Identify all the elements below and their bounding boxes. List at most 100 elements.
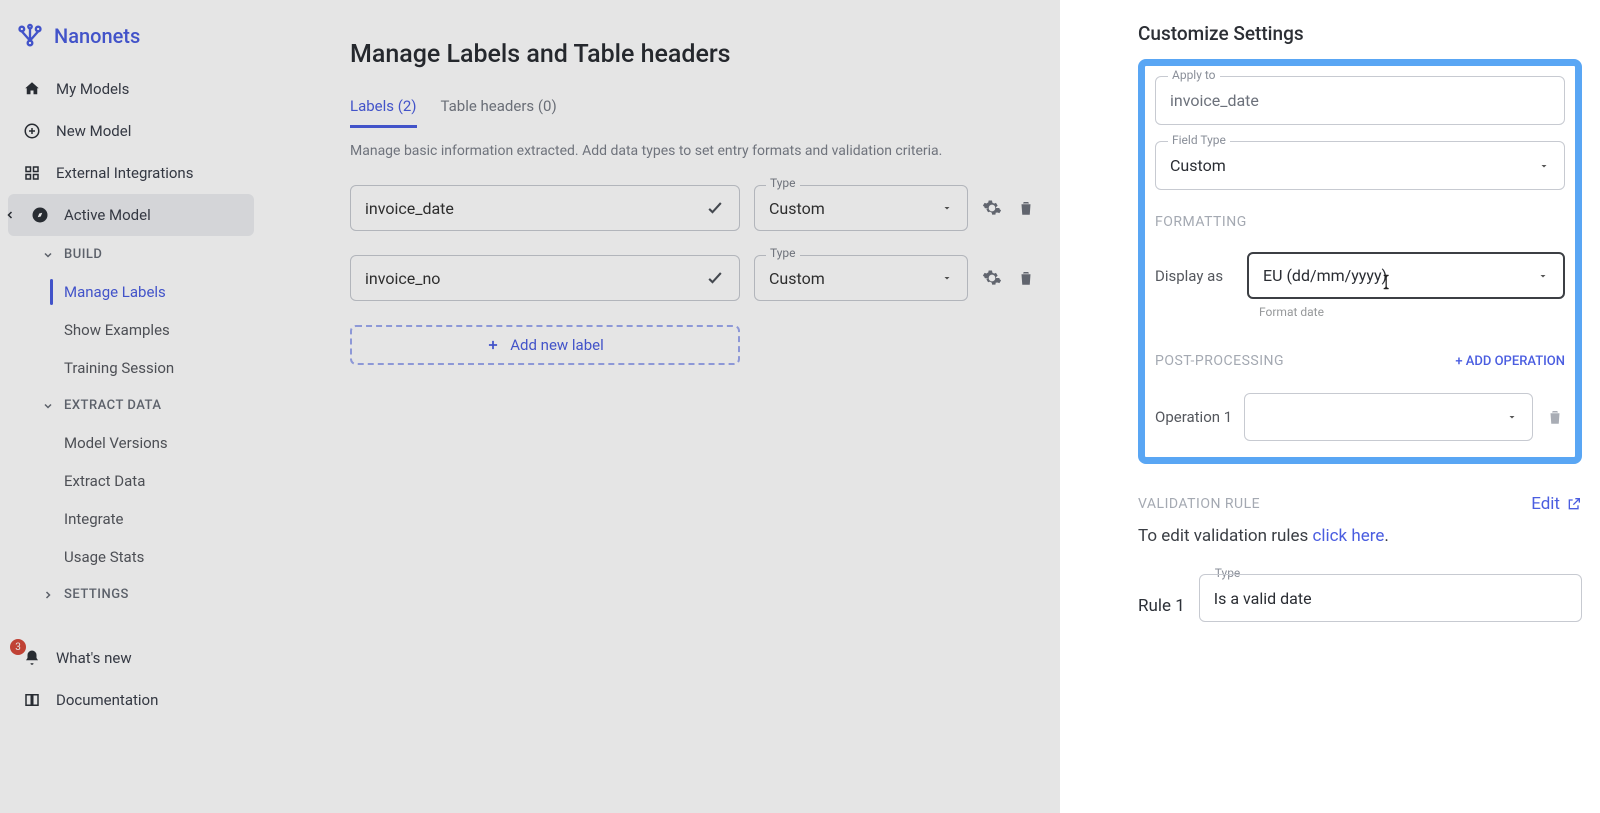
display-as-select[interactable]: EU (dd/mm/yyyy) (1247, 252, 1565, 299)
section-title: SETTINGS (64, 587, 129, 602)
sub-model-versions[interactable]: Model Versions (8, 424, 254, 462)
dropdown-icon (1537, 270, 1549, 282)
sub-extract-data[interactable]: Extract Data (8, 462, 254, 500)
validation-header: VALIDATION RULE Edit (1138, 494, 1582, 514)
label-name-value: invoice_no (365, 269, 440, 288)
field-type-legend: Field Type (1168, 133, 1230, 147)
dropdown-icon (941, 202, 953, 214)
delete-operation-button[interactable] (1545, 407, 1565, 427)
delete-button[interactable] (1016, 198, 1036, 218)
rule-row: Rule 1 Type Is a valid date (1138, 574, 1582, 622)
sub-integrate[interactable]: Integrate (8, 500, 254, 538)
section-settings[interactable]: SETTINGS (8, 576, 254, 613)
nav-label: External Integrations (56, 164, 193, 182)
delete-button[interactable] (1016, 268, 1036, 288)
display-as-row: Display as EU (dd/mm/yyyy) (1155, 252, 1565, 299)
label-row: invoice_no Type Custom (350, 255, 1092, 301)
operation-select[interactable] (1244, 393, 1533, 441)
field-type-select[interactable]: Field Type Custom (1155, 141, 1565, 190)
dropdown-icon (1506, 411, 1518, 423)
type-value: Custom (769, 269, 825, 288)
type-field: Type Custom (754, 255, 968, 301)
field-type-value: Custom (1170, 156, 1550, 175)
chevron-left-icon (4, 209, 16, 221)
label-name-value: invoice_date (365, 199, 454, 218)
check-icon (705, 268, 725, 288)
plus-circle-icon (22, 121, 42, 141)
sub-show-examples[interactable]: Show Examples (8, 311, 254, 349)
nav-my-models[interactable]: My Models (8, 68, 254, 110)
highlighted-section: Apply to invoice_date Field Type Custom … (1138, 59, 1582, 464)
display-as-label: Display as (1155, 267, 1233, 285)
dropdown-icon (1538, 160, 1550, 172)
type-value: Custom (769, 199, 825, 218)
main-content: Manage Labels and Table headers Labels (… (262, 0, 1120, 813)
check-icon (705, 198, 725, 218)
chevron-right-icon (42, 589, 54, 601)
home-icon (22, 79, 42, 99)
rule-type-select[interactable]: Is a valid date (1199, 574, 1582, 622)
logo-icon (16, 22, 44, 50)
type-legend: Type (766, 176, 800, 190)
external-link-icon (1566, 496, 1582, 512)
apply-to-legend: Apply to (1168, 68, 1220, 82)
formatting-heading: FORMATTING (1155, 214, 1565, 230)
sub-training-session[interactable]: Training Session (8, 349, 254, 387)
tab-table-headers[interactable]: Table headers (0) (441, 97, 557, 128)
section-title: BUILD (64, 247, 102, 262)
chevron-down-icon (42, 400, 54, 412)
add-operation-button[interactable]: + ADD OPERATION (1455, 354, 1565, 369)
sub-manage-labels[interactable]: Manage Labels (8, 273, 254, 311)
section-build[interactable]: BUILD (8, 236, 254, 273)
brand-logo[interactable]: Nanonets (8, 18, 254, 68)
edit-validation-button[interactable]: Edit (1531, 494, 1582, 514)
plus-icon (486, 338, 500, 352)
notification-badge: 3 (10, 639, 26, 655)
operation-row: Operation 1 (1155, 393, 1565, 441)
bell-icon (22, 648, 42, 668)
nav-whats-new[interactable]: 3 What's new (8, 637, 254, 679)
book-icon (22, 690, 42, 710)
nav-label: Active Model (64, 206, 151, 224)
type-legend: Type (766, 246, 800, 260)
click-here-link[interactable]: click here (1312, 526, 1384, 546)
rule-type-value: Is a valid date (1214, 589, 1312, 608)
label-name-input[interactable]: invoice_date (350, 185, 740, 231)
section-title: EXTRACT DATA (64, 398, 161, 413)
add-new-label-button[interactable]: Add new label (350, 325, 740, 365)
helper-text: Manage basic information extracted. Add … (350, 143, 1092, 159)
nav-active-model[interactable]: Active Model (8, 194, 254, 236)
tabs: Labels (2) Table headers (0) (350, 97, 1092, 129)
settings-button[interactable] (982, 198, 1002, 218)
display-as-value: EU (dd/mm/yyyy) (1263, 266, 1387, 285)
chevron-down-icon (42, 249, 54, 261)
type-select[interactable]: Custom (754, 185, 968, 231)
cursor-icon (1377, 272, 1397, 292)
nav-label: New Model (56, 122, 131, 140)
nav-external-integrations[interactable]: External Integrations (8, 152, 254, 194)
tab-labels[interactable]: Labels (2) (350, 97, 417, 128)
validation-description: To edit validation rules click here. (1138, 526, 1582, 546)
grid-icon (22, 163, 42, 183)
label-name-input[interactable]: invoice_no (350, 255, 740, 301)
section-extract[interactable]: EXTRACT DATA (8, 387, 254, 424)
add-label-text: Add new label (510, 336, 604, 354)
nav-new-model[interactable]: New Model (8, 110, 254, 152)
operation-label: Operation 1 (1155, 408, 1232, 426)
compass-icon (30, 205, 50, 225)
sidebar: Nanonets My Models New Model External In… (0, 0, 262, 813)
settings-button[interactable] (982, 268, 1002, 288)
label-row: invoice_date Type Custom (350, 185, 1092, 231)
nav-label: What's new (56, 649, 132, 667)
display-as-helper: Format date (1259, 305, 1565, 319)
type-select[interactable]: Custom (754, 255, 968, 301)
validation-heading: VALIDATION RULE (1138, 496, 1260, 512)
page-title: Manage Labels and Table headers (350, 40, 1092, 69)
apply-to-field[interactable]: Apply to invoice_date (1155, 76, 1565, 125)
sub-usage-stats[interactable]: Usage Stats (8, 538, 254, 576)
apply-to-value: invoice_date (1170, 91, 1550, 110)
panel-title: Customize Settings (1138, 22, 1582, 45)
edit-label: Edit (1531, 494, 1560, 514)
nav-label: Documentation (56, 691, 158, 709)
nav-documentation[interactable]: Documentation (8, 679, 254, 721)
